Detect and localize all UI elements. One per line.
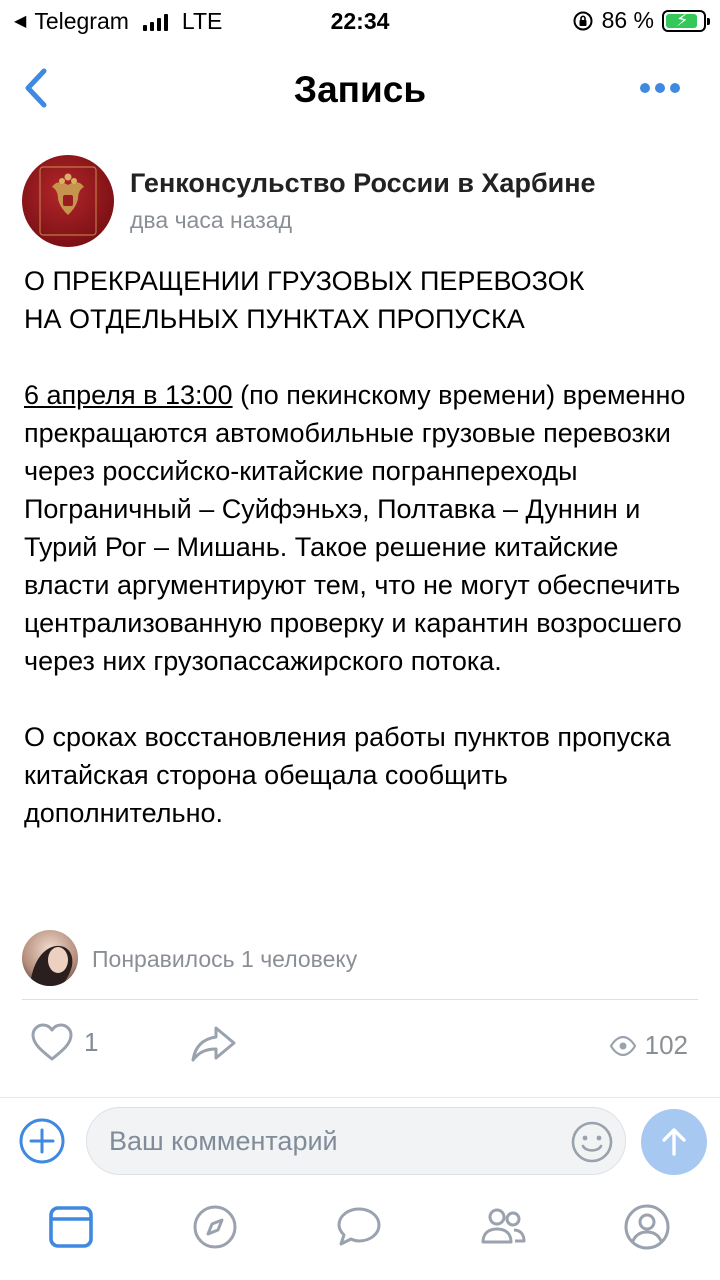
post-title: О ПРЕКРАЩЕНИИ ГРУЗОВЫХ ПЕРЕВОЗОК НА ОТДЕ…: [24, 262, 704, 338]
separator: [0, 1097, 720, 1098]
coat-of-arms-icon: [39, 166, 97, 236]
messages-icon: [337, 1207, 381, 1246]
tab-discover[interactable]: [190, 1202, 240, 1252]
tab-profile[interactable]: [622, 1202, 672, 1252]
paragraph-text: (по пекинскому времени) временно прекращ…: [24, 380, 686, 676]
friends-icon: [481, 1208, 526, 1244]
like-count: 1: [84, 1026, 99, 1057]
heart-icon: [31, 1023, 73, 1061]
battery-percent: 86 %: [601, 7, 654, 33]
post-body: О ПРЕКРАЩЕНИИ ГРУЗОВЫХ ПЕРЕВОЗОК НА ОТДЕ…: [24, 262, 704, 870]
share-icon: [191, 1026, 236, 1062]
charging-icon: ⚡: [676, 9, 689, 30]
views-counter: 102: [609, 1030, 688, 1061]
tab-friends[interactable]: [478, 1202, 528, 1252]
rotation-lock-icon: [573, 11, 593, 30]
post-title-line: НА ОТДЕЛЬНЫХ ПУНКТАХ ПРОПУСКА: [24, 304, 525, 334]
news-icon: [49, 1206, 93, 1248]
discover-icon: [193, 1205, 237, 1249]
liker-avatar[interactable]: [22, 930, 78, 986]
arrow-up-icon: [662, 1128, 686, 1156]
post-time: два часа назад: [130, 207, 293, 233]
comment-input[interactable]: [86, 1107, 626, 1175]
emoji-icon[interactable]: [570, 1120, 614, 1164]
date-link[interactable]: 6 апреля в 13:00: [24, 380, 233, 410]
tab-bar: [0, 1190, 720, 1280]
navigation-bar: Запись: [0, 45, 720, 133]
share-button[interactable]: [190, 1024, 238, 1069]
profile-icon: [624, 1204, 670, 1250]
divider: [22, 999, 698, 1000]
post-paragraph: 6 апреля в 13:00 (по пекинскому времени)…: [24, 376, 704, 680]
eye-icon: [609, 1035, 636, 1056]
post-author[interactable]: Генконсульство России в Харбине: [130, 168, 596, 199]
tab-news[interactable]: [46, 1202, 96, 1252]
add-attachment-icon[interactable]: [18, 1117, 66, 1165]
liked-by-text[interactable]: Понравилось 1 человеку: [92, 946, 357, 973]
send-button[interactable]: [641, 1109, 707, 1175]
liker-photo: [30, 945, 73, 986]
tab-messages[interactable]: [334, 1202, 384, 1252]
views-count: 102: [644, 1030, 688, 1060]
more-options-icon[interactable]: [640, 73, 684, 103]
post-title-line: О ПРЕКРАЩЕНИИ ГРУЗОВЫХ ПЕРЕВОЗОК: [24, 266, 585, 296]
page-title: Запись: [293, 69, 427, 110]
status-bar: ◀ Telegram LTE 22:34 86 % ⚡: [0, 0, 720, 40]
status-right: 86 % ⚡: [572, 7, 710, 34]
like-button[interactable]: 1: [30, 1022, 98, 1062]
battery-icon: ⚡: [662, 9, 710, 32]
community-avatar[interactable]: [22, 155, 114, 247]
post-paragraph: О сроках восстановления работы пунктов п…: [24, 722, 671, 828]
